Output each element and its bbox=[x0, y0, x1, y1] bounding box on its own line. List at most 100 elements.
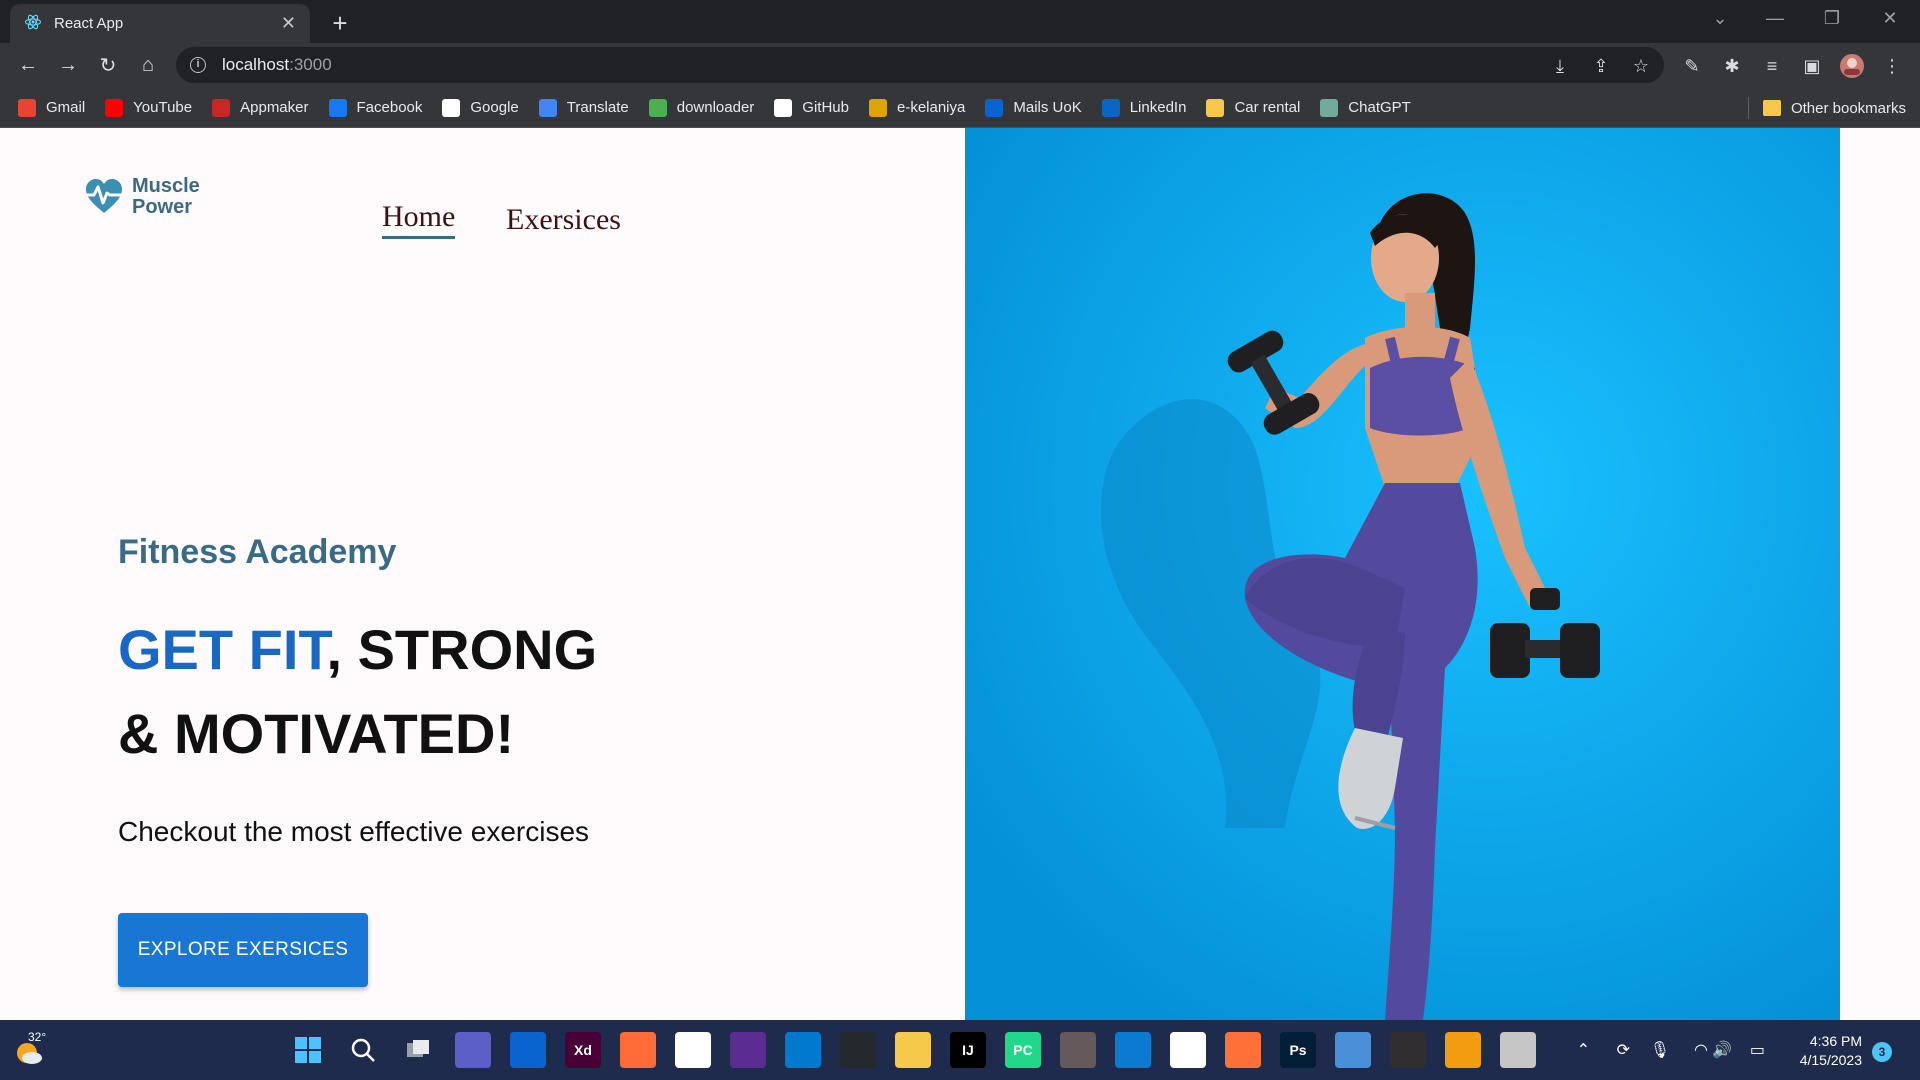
vscode-icon[interactable] bbox=[785, 1032, 821, 1068]
slack-icon[interactable] bbox=[675, 1032, 711, 1068]
folder-icon bbox=[1762, 100, 1781, 116]
clock-time: 4:36 PM bbox=[1809, 1033, 1862, 1049]
battery-icon[interactable]: ▭ bbox=[1750, 1040, 1765, 1060]
snipping-tool-icon[interactable] bbox=[1500, 1032, 1536, 1068]
start-icon[interactable] bbox=[290, 1032, 326, 1068]
profile-avatar[interactable] bbox=[1836, 50, 1868, 82]
visual-studio-icon[interactable] bbox=[730, 1032, 766, 1068]
chat-icon[interactable] bbox=[455, 1032, 491, 1068]
file-explorer-icon[interactable] bbox=[895, 1032, 931, 1068]
bookmark-label: Google bbox=[470, 99, 519, 116]
share-icon[interactable]: ⇪ bbox=[1585, 50, 1617, 82]
gmail-icon bbox=[18, 98, 36, 117]
forward-icon[interactable]: → bbox=[48, 48, 88, 84]
bookmark-car-rental[interactable]: Car rental bbox=[1206, 98, 1301, 117]
extension-pen-icon[interactable]: ✎ bbox=[1676, 50, 1708, 82]
bookmark-star-icon[interactable]: ☆ bbox=[1625, 50, 1657, 82]
chrome-icon[interactable] bbox=[1170, 1032, 1206, 1068]
firefox-icon[interactable] bbox=[1225, 1032, 1261, 1068]
bookmarks-separator bbox=[1747, 97, 1749, 119]
bookmark-linkedin[interactable]: LinkedIn bbox=[1101, 98, 1186, 117]
address-bar[interactable]: i localhost:3000 bbox=[176, 47, 1664, 83]
outlook-icon bbox=[985, 98, 1004, 117]
github-desktop-icon[interactable] bbox=[840, 1032, 876, 1068]
edge-icon[interactable] bbox=[1115, 1032, 1151, 1068]
restore-button[interactable]: ❐ bbox=[1812, 8, 1852, 29]
bookmark-label: downloader bbox=[676, 99, 755, 116]
microphone-icon[interactable]: 🎙 bbox=[1650, 1040, 1670, 1060]
side-panel-icon[interactable]: ▣ bbox=[1796, 50, 1828, 82]
bookmark-youtube[interactable]: YouTube bbox=[105, 98, 192, 117]
url-host: localhost bbox=[222, 55, 290, 74]
bookmark-downloader[interactable]: downloader bbox=[648, 98, 755, 117]
chatgpt-icon bbox=[1320, 98, 1339, 117]
search-icon[interactable] bbox=[345, 1032, 381, 1068]
new-tab-button[interactable]: + bbox=[325, 8, 355, 38]
hero-banner-image bbox=[965, 128, 1840, 1020]
chrome-menu-icon[interactable]: ⋮ bbox=[1876, 50, 1908, 82]
heart-pulse-icon bbox=[84, 179, 124, 213]
wifi-icon[interactable]: ◠ bbox=[1694, 1040, 1708, 1060]
headline-line2: & MOTIVATED! bbox=[118, 702, 515, 765]
bookmark-translate[interactable]: Translate bbox=[538, 98, 629, 117]
obs-icon[interactable] bbox=[1390, 1032, 1426, 1068]
close-window-button[interactable]: ✕ bbox=[1870, 8, 1910, 29]
media-player-icon[interactable] bbox=[1445, 1032, 1481, 1068]
bookmark-chatgpt[interactable]: ChatGPT bbox=[1320, 98, 1411, 117]
headline-rest: , STRONG bbox=[326, 618, 598, 681]
nav-home-link[interactable]: Home bbox=[382, 200, 456, 239]
intellij-icon[interactable]: IJ bbox=[950, 1032, 986, 1068]
volume-icon[interactable]: 🔊 bbox=[1712, 1040, 1732, 1060]
react-icon bbox=[24, 13, 42, 35]
extensions-puzzle-icon[interactable]: ✱ bbox=[1716, 50, 1748, 82]
install-app-icon[interactable]: ⤓ bbox=[1544, 50, 1576, 82]
sync-icon[interactable]: ⟳ bbox=[1617, 1040, 1630, 1060]
minimize-button[interactable]: — bbox=[1755, 8, 1795, 29]
bookmark-label: e-kelaniya bbox=[896, 99, 966, 116]
reload-icon[interactable]: ↻ bbox=[88, 48, 128, 84]
nav-exercises-link[interactable]: Exersices bbox=[506, 203, 621, 237]
mail-icon[interactable] bbox=[510, 1032, 546, 1068]
bookmark-label: Car rental bbox=[1234, 99, 1301, 116]
show-hidden-icons[interactable]: ⌃ bbox=[1577, 1040, 1590, 1060]
clock-date: 4/15/2023 bbox=[1799, 1052, 1862, 1068]
bookmark-google[interactable]: Google bbox=[442, 98, 519, 117]
browser-tab[interactable]: React App ✕ bbox=[10, 4, 310, 43]
tab-strip: React App ✕ + ⌄ — ❐ ✕ bbox=[0, 0, 1920, 43]
reading-list-icon[interactable]: ≡ bbox=[1756, 50, 1788, 82]
photoshop-icon[interactable]: Ps bbox=[1280, 1032, 1316, 1068]
bookmark-appmaker[interactable]: Appmaker bbox=[212, 98, 309, 117]
github-icon bbox=[774, 98, 793, 117]
logo[interactable]: Muscle Power bbox=[82, 170, 204, 224]
bookmark-label: ChatGPT bbox=[1348, 99, 1411, 116]
bookmark-e-kelaniya[interactable]: e-kelaniya bbox=[868, 98, 966, 117]
back-icon[interactable]: ← bbox=[8, 48, 48, 84]
explore-exercises-button[interactable]: EXPLORE EXERSICES bbox=[118, 913, 368, 987]
bookmark-label: Gmail bbox=[46, 99, 86, 116]
site-info-icon[interactable]: i bbox=[190, 57, 206, 73]
google-icon bbox=[442, 98, 461, 117]
postman-icon[interactable] bbox=[620, 1032, 656, 1068]
bookmark-facebook[interactable]: Facebook bbox=[328, 98, 422, 117]
browser-toolbar: ← → ↻ ⌂ i localhost:3000 ⤓ ⇪ ☆ ✎ ✱ ≡ ▣ ⋮ bbox=[0, 43, 1920, 88]
bookmark-mails-uok[interactable]: Mails UoK bbox=[985, 98, 1082, 117]
clock[interactable]: 4:36 PM 4/15/2023 bbox=[1800, 1032, 1862, 1070]
bookmark-github[interactable]: GitHub bbox=[774, 98, 849, 117]
pycharm-icon[interactable]: PC bbox=[1005, 1032, 1041, 1068]
tab-close-icon[interactable]: ✕ bbox=[281, 13, 296, 34]
adobe-xd-icon[interactable]: Xd bbox=[565, 1032, 601, 1068]
atom-icon[interactable] bbox=[1060, 1032, 1096, 1068]
app-label: Xd bbox=[574, 1042, 592, 1058]
bookmarks-bar: Gmail YouTube Appmaker Facebook Google Transl… bbox=[0, 88, 1920, 128]
weather-temp: 32° bbox=[28, 1030, 47, 1044]
folder-icon bbox=[1206, 98, 1225, 117]
notification-badge[interactable]: 3 bbox=[1872, 1042, 1892, 1062]
task-view-icon[interactable] bbox=[400, 1032, 436, 1068]
tab-search-icon[interactable]: ⌄ bbox=[1700, 8, 1740, 29]
notepad-icon[interactable] bbox=[1335, 1032, 1371, 1068]
bookmark-gmail[interactable]: Gmail bbox=[18, 98, 86, 117]
other-bookmarks[interactable]: Other bookmarks bbox=[1747, 88, 1906, 128]
weather-widget[interactable]: 32° bbox=[14, 1030, 54, 1068]
bookmark-list: Gmail YouTube Appmaker Facebook Google Transl… bbox=[18, 98, 1431, 117]
home-icon[interactable]: ⌂ bbox=[128, 48, 168, 84]
